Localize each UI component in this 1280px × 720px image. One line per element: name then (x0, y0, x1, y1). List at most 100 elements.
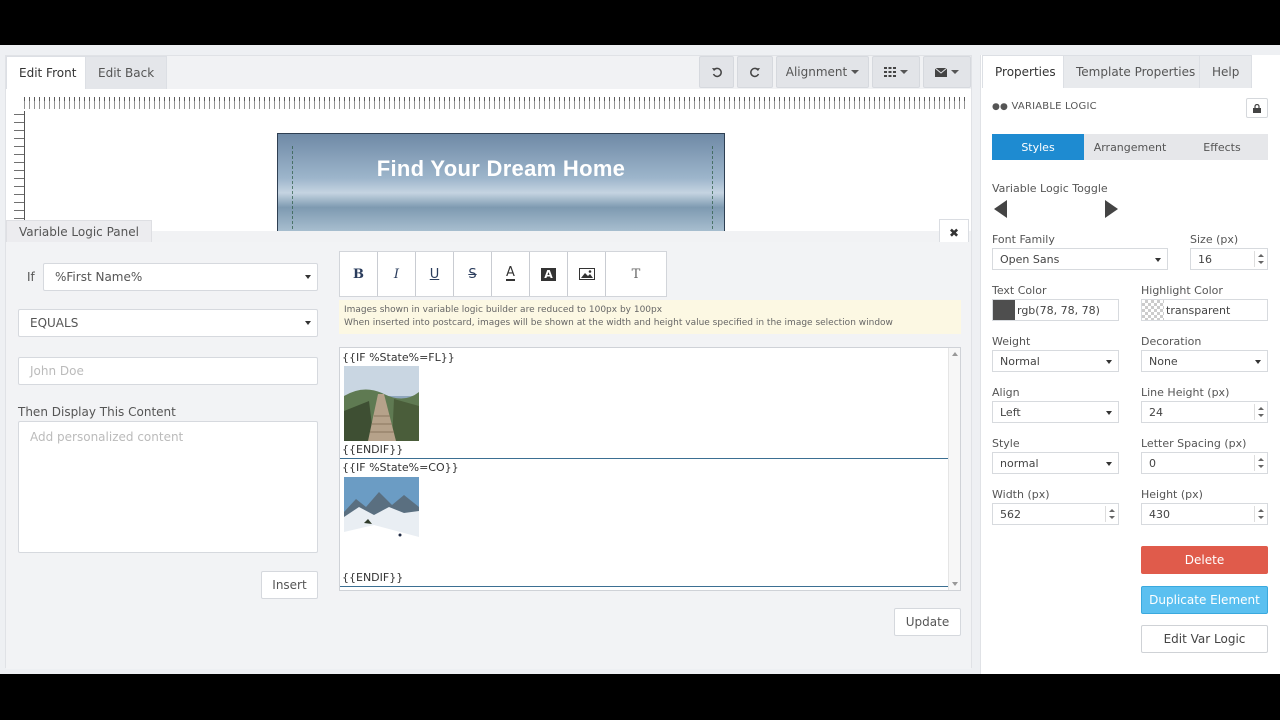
stepper-icon[interactable] (1254, 404, 1264, 420)
variable-logic-panel: If %First Name% EQUALS John Doe Then Dis… (6, 242, 971, 669)
decoration-select[interactable]: None (1141, 350, 1268, 372)
clear-format-button[interactable]: T (606, 252, 666, 296)
text-color-input[interactable]: rgb(78, 78, 78) (992, 299, 1119, 321)
text-color-icon: A (506, 265, 515, 281)
lock-icon (1253, 103, 1261, 113)
variable-select[interactable]: %First Name% (43, 263, 318, 291)
next-arrow-icon[interactable] (1105, 200, 1118, 218)
font-family-label: Font Family (992, 233, 1055, 246)
chevron-down-icon (1155, 258, 1161, 262)
if-condition-code: {{IF %State%=FL}} (342, 351, 455, 364)
text-color-button[interactable]: A (492, 252, 530, 296)
tab-help[interactable]: Help (1199, 55, 1253, 88)
segment-arrangement[interactable]: Arrangement (1084, 134, 1176, 160)
update-button[interactable]: Update (894, 608, 961, 636)
size-input[interactable]: 16 (1190, 248, 1268, 270)
line-height-value: 24 (1149, 405, 1163, 419)
panel-title: Variable Logic Panel (6, 220, 152, 243)
variable-value: %First Name% (55, 270, 143, 284)
underline-icon: U (429, 266, 440, 282)
tab-properties[interactable]: Properties (982, 55, 1069, 88)
underline-button[interactable]: U (416, 252, 454, 296)
delete-button[interactable]: Delete (1141, 546, 1268, 574)
email-dropdown[interactable] (923, 56, 971, 88)
operator-value: EQUALS (30, 316, 79, 330)
weight-value: Normal (1000, 354, 1040, 368)
operator-select[interactable]: EQUALS (18, 309, 318, 337)
clear-format-icon: T (631, 266, 641, 282)
horizontal-ruler (24, 97, 969, 109)
stepper-icon[interactable] (1254, 506, 1264, 522)
letter-spacing-label: Letter Spacing (px) (1141, 437, 1247, 450)
highlight-color-swatch[interactable] (1142, 300, 1164, 320)
height-input[interactable]: 430 (1141, 503, 1268, 525)
lock-button[interactable] (1246, 98, 1268, 118)
segment-styles[interactable]: Styles (992, 134, 1084, 160)
text-color-swatch[interactable] (993, 300, 1015, 320)
compare-placeholder: John Doe (30, 364, 84, 378)
logic-content-editor[interactable]: {{IF %State%=FL}} {{ENDIF}} {{IF %State%… (339, 347, 961, 591)
align-select[interactable]: Left (992, 401, 1119, 423)
letter-spacing-input[interactable]: 0 (1141, 452, 1268, 474)
variable-logic-panel-header: Variable Logic Panel ✖ (6, 219, 971, 247)
duplicate-element-button[interactable]: Duplicate Element (1141, 586, 1268, 614)
insert-image-button[interactable] (568, 252, 606, 296)
edit-var-logic-button[interactable]: Edit Var Logic (1141, 625, 1268, 653)
design-canvas[interactable]: Find Your Dream Home (6, 89, 971, 231)
scroll-down-icon[interactable] (952, 582, 958, 586)
users-icon: ●● (992, 102, 1009, 112)
postcard-headline[interactable]: Find Your Dream Home (278, 156, 724, 182)
postcard-preview[interactable]: Find Your Dream Home (277, 133, 725, 231)
undo-icon (711, 67, 722, 78)
width-value: 562 (1000, 507, 1021, 521)
notice-line-2: When inserted into postcard, images will… (344, 318, 893, 328)
highlight-button[interactable]: A (530, 252, 568, 296)
compare-value-input[interactable]: John Doe (18, 357, 318, 385)
letter-spacing-value: 0 (1149, 456, 1156, 470)
style-value: normal (1000, 456, 1039, 470)
size-value: 16 (1198, 252, 1212, 266)
insert-button[interactable]: Insert (261, 571, 318, 599)
redo-button[interactable] (737, 56, 773, 88)
stepper-icon[interactable] (1254, 251, 1264, 267)
highlight-color-input[interactable]: transparent (1141, 299, 1268, 321)
content-textarea[interactable]: Add personalized content (18, 421, 318, 553)
text-color-label: Text Color (992, 284, 1047, 297)
tab-template-properties[interactable]: Template Properties (1063, 55, 1209, 88)
editor-scrollbar[interactable] (948, 348, 960, 590)
weight-label: Weight (992, 335, 1031, 348)
previous-arrow-icon[interactable] (994, 200, 1007, 218)
strikethrough-button[interactable]: S (454, 252, 492, 296)
endif-code: {{ENDIF}} (342, 443, 404, 456)
toggle-label: Variable Logic Toggle (992, 182, 1108, 195)
text-color-value: rgb(78, 78, 78) (1017, 303, 1100, 317)
tab-edit-back[interactable]: Edit Back (85, 56, 168, 89)
highlight-color-value: transparent (1166, 303, 1231, 317)
grid-dropdown[interactable] (872, 56, 920, 88)
bold-button[interactable]: B (340, 252, 378, 296)
chevron-down-icon (1106, 360, 1112, 364)
weight-select[interactable]: Normal (992, 350, 1119, 372)
image-notice: Images shown in variable logic builder a… (339, 300, 961, 334)
font-family-select[interactable]: Open Sans (992, 248, 1168, 270)
safe-area-guide (712, 146, 713, 231)
then-label: Then Display This Content (18, 405, 176, 419)
height-value: 430 (1149, 507, 1170, 521)
if-condition-code: {{IF %State%=CO}} (342, 461, 459, 474)
chevron-down-icon (1106, 411, 1112, 415)
stepper-icon[interactable] (1105, 506, 1115, 522)
italic-button[interactable]: I (378, 252, 416, 296)
scroll-up-icon[interactable] (952, 352, 958, 356)
width-input[interactable]: 562 (992, 503, 1119, 525)
content-placeholder: Add personalized content (30, 430, 184, 444)
vertical-ruler (14, 114, 24, 229)
undo-button[interactable] (699, 56, 734, 88)
italic-icon: I (393, 266, 400, 282)
safe-area-guide (292, 146, 293, 231)
style-select[interactable]: normal (992, 452, 1119, 474)
segment-effects[interactable]: Effects (1176, 134, 1268, 160)
alignment-dropdown[interactable]: Alignment (776, 56, 869, 88)
tab-edit-front[interactable]: Edit Front (6, 56, 90, 89)
line-height-input[interactable]: 24 (1141, 401, 1268, 423)
stepper-icon[interactable] (1254, 455, 1264, 471)
